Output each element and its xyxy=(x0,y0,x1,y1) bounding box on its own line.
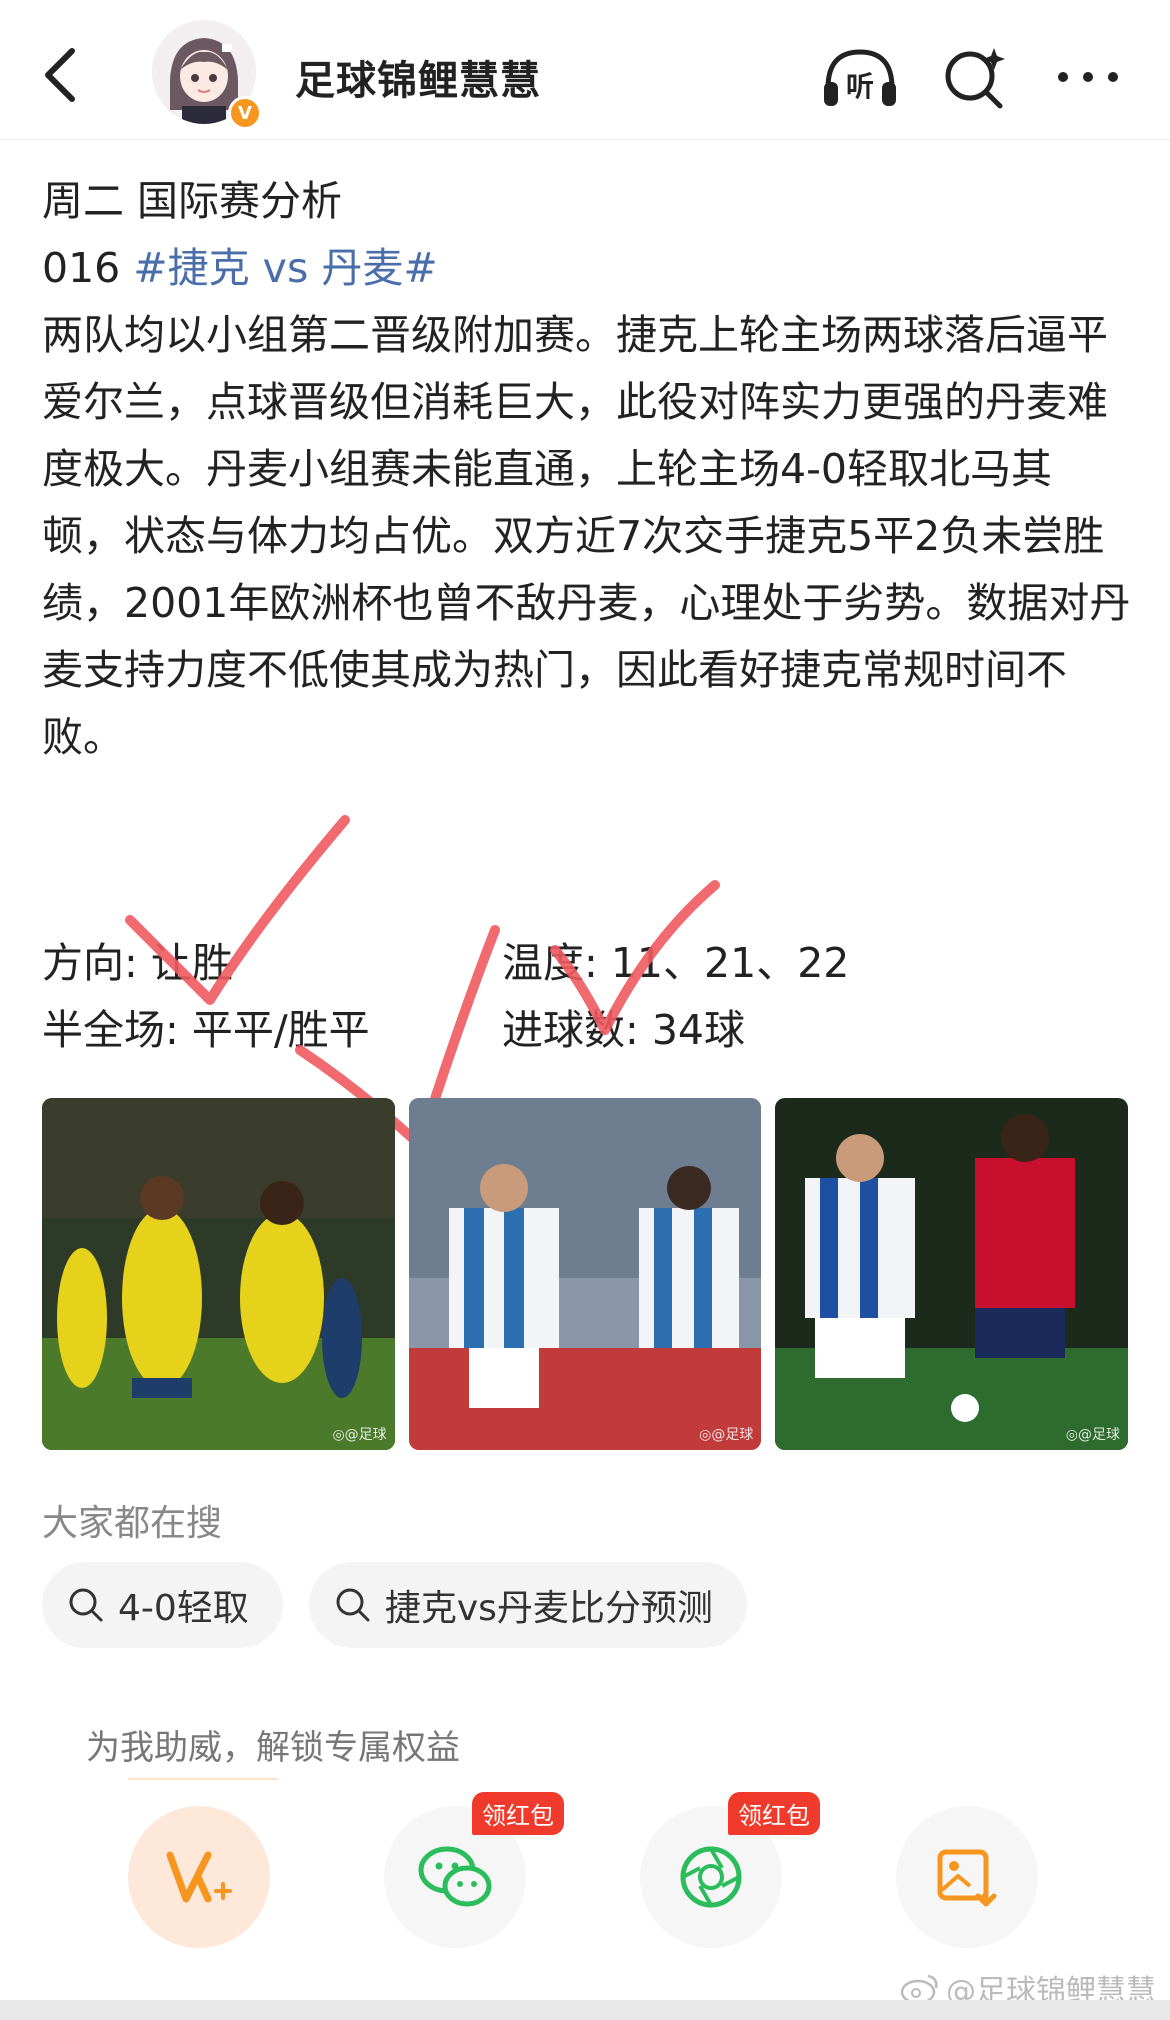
post-image-2[interactable]: ◎@足球 xyxy=(408,1098,762,1450)
verified-badge-icon: V xyxy=(228,96,262,130)
bottom-strip xyxy=(0,2000,1170,2020)
match-number: 016 xyxy=(42,244,134,292)
blue-vs-red-players-image xyxy=(775,1098,1129,1450)
wechat-share-button[interactable]: 领红包 xyxy=(384,1792,564,1948)
direction-text: 方向: 让胜 xyxy=(42,939,233,987)
vip-support-button[interactable] xyxy=(128,1806,270,1948)
temperature-text: 温度: 11、21、22 xyxy=(502,939,850,987)
image-watermark: ◎@足球 xyxy=(1065,1427,1121,1443)
search-chip-1[interactable]: 4-0轻取 xyxy=(42,1562,283,1648)
wechat-icon xyxy=(418,1846,492,1907)
listen-label: 听 xyxy=(846,70,874,103)
headphones-icon: 听 xyxy=(824,49,896,106)
search-button[interactable] xyxy=(935,42,1015,112)
search-chip-label: 捷克vs丹麦比分预测 xyxy=(384,1588,713,1629)
image-grid: ◎@足球 ◎@足球 ◎@足球 xyxy=(42,1098,1129,1450)
save-image-button[interactable] xyxy=(896,1806,1038,1948)
trending-search-title: 大家都在搜 xyxy=(42,1503,223,1544)
support-actions: 领红包 领红包 xyxy=(128,1792,1118,1956)
post-title: 周二 国际赛分析 xyxy=(42,177,343,225)
image-download-icon xyxy=(937,1849,997,1907)
half-full-text: 半全场: 平平/胜平 xyxy=(42,1006,370,1054)
match-hashtag[interactable]: #捷克 vs 丹麦# xyxy=(133,244,437,292)
red-packet-badge: 领红包 xyxy=(728,1792,820,1835)
aperture-icon xyxy=(680,1846,742,1908)
post-image-1[interactable]: ◎@足球 xyxy=(42,1098,395,1450)
listen-button[interactable]: 听 xyxy=(820,42,900,112)
post-body: 两队均以小组第二晋级附加赛。捷克上轮主场两球落后逼平爱尔兰，点球晋级但消耗巨大，… xyxy=(42,311,1131,761)
chevron-left-icon xyxy=(45,48,75,102)
yellow-team-celebration-image xyxy=(42,1098,395,1450)
blue-white-team-celebration-image xyxy=(408,1098,762,1450)
post-content: 周二 国际赛分析 016 #捷克 vs 丹麦# 两队均以小组第二晋级附加赛。捷克… xyxy=(42,168,1132,771)
more-button[interactable] xyxy=(1048,42,1128,112)
search-chip-label: 4-0轻取 xyxy=(118,1588,249,1629)
image-watermark: ◎@足球 xyxy=(699,1427,754,1443)
red-packet-badge: 领红包 xyxy=(472,1792,564,1835)
more-dots-icon xyxy=(1058,72,1118,82)
goals-text: 进球数: 34球 xyxy=(502,1006,746,1054)
prediction-stats: 方向: 让胜 温度: 11、21、22 半全场: 平平/胜平 进球数: 34球 xyxy=(42,930,1132,1064)
post-image-3[interactable]: ◎@足球 xyxy=(775,1098,1129,1450)
match-line: 016 #捷克 vs 丹麦# xyxy=(42,235,1132,302)
search-chip-2[interactable]: 捷克vs丹麦比分预测 xyxy=(308,1562,747,1648)
support-text: 为我助威，解锁专属权益 xyxy=(86,1728,460,1768)
username[interactable]: 足球锦鲤慧慧 xyxy=(295,48,541,106)
top-bar: V 足球锦鲤慧慧 听 xyxy=(0,0,1170,140)
search-chips: 4-0轻取 捷克vs丹麦比分预测 xyxy=(42,1562,747,1648)
moments-share-button[interactable]: 领红包 xyxy=(640,1792,820,1948)
back-button[interactable] xyxy=(30,40,90,110)
image-watermark: ◎@足球 xyxy=(332,1427,387,1443)
support-divider xyxy=(128,1778,278,1780)
search-icon xyxy=(69,1588,103,1622)
search-icon xyxy=(336,1588,370,1622)
v-plus-icon xyxy=(166,1851,232,1903)
search-sparkle-icon xyxy=(945,48,1005,109)
